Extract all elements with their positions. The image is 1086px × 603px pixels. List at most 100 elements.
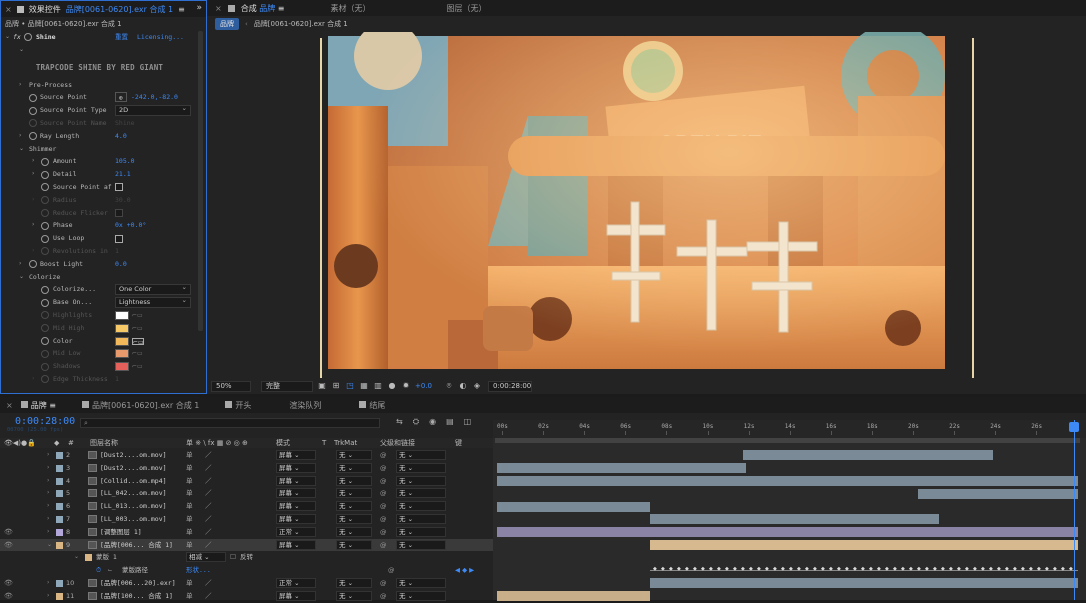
trkmat-select[interactable]: 无 ⌄ <box>336 450 372 460</box>
stopwatch-icon[interactable] <box>41 298 49 307</box>
fx-icon[interactable]: fx <box>13 31 21 44</box>
layer-row[interactable]: 👁 › 11 [品牌[100... 合成 1] 单 ／ 屏幕 ⌄ 无 ⌄ @ 无 ⌄ <box>0 590 493 603</box>
quality-switch-icon[interactable]: ／ <box>205 513 212 526</box>
parent-select[interactable]: 无 ⌄ <box>396 514 446 524</box>
quality-switch-icon[interactable]: ／ <box>205 449 212 462</box>
time-ruler[interactable]: 00s 02s 04s 06s 08s 10s 12s 14s 16s 18s 20s 22s 24s 2… <box>493 420 1086 438</box>
crosshair-icon[interactable]: ⊕ <box>115 92 127 103</box>
current-time-handle[interactable] <box>1069 422 1079 432</box>
timecode-display[interactable]: 0:00:28:00 <box>488 380 532 392</box>
pickwhip-icon[interactable]: @ <box>380 475 387 488</box>
layer-duration-bar[interactable] <box>497 476 1078 486</box>
lock-icon[interactable] <box>227 4 235 12</box>
col-layer-name[interactable]: 图层名称 <box>90 438 118 448</box>
quality-switch-icon[interactable]: ／ <box>205 577 212 590</box>
highlights-color-swatch[interactable] <box>115 310 129 320</box>
shy-switch-icon[interactable]: 单 <box>186 539 193 552</box>
keyframe-marker[interactable]: ◆ <box>781 566 785 572</box>
mode-select[interactable]: 屏幕 ⌄ <box>276 590 316 601</box>
keyframe-marker[interactable]: ◆ <box>933 566 937 572</box>
shy-switch-icon[interactable]: 单 <box>186 513 193 526</box>
expand-icon[interactable]: › <box>47 577 49 590</box>
keyframe-marker[interactable]: ◆ <box>1045 566 1049 572</box>
keyframe-marker[interactable]: ◆ <box>1037 566 1041 572</box>
keyframe-marker[interactable]: ◆ <box>757 566 761 572</box>
layer-name[interactable]: [调整图层 1] <box>100 526 142 539</box>
keyframe-marker[interactable]: ◆ <box>805 566 809 572</box>
keyframe-nav-icon[interactable]: ◀ ◆ ▶ <box>455 564 474 577</box>
hamburger-icon[interactable]: ≡ <box>178 5 185 14</box>
mode-select[interactable]: 屏幕 ⌄ <box>276 514 316 524</box>
keyframe-marker[interactable]: ◆ <box>861 566 865 572</box>
expand-icon[interactable]: › <box>19 130 21 143</box>
reset-link[interactable]: 重置 <box>115 31 128 44</box>
comp-flow-icon[interactable]: ⇆ <box>396 417 403 427</box>
region-icon[interactable]: ▣ <box>317 381 327 391</box>
layer-row[interactable]: › 7 [LL_003...om.mov] 单 ／ 屏幕 ⌄ 无 ⌄ @ 无 ⌄ <box>0 513 493 526</box>
layer-row[interactable]: › 5 [LL_042...om.mov] 单 ／ 屏幕 ⌄ 无 ⌄ @ 无 ⌄ <box>0 487 493 500</box>
mode-select[interactable]: 正常 ⌄ <box>276 578 316 588</box>
layer-name[interactable]: [Dust2....om.mov] <box>100 462 167 475</box>
layer-row[interactable]: › 4 [Collid...om.mp4] 单 ／ 屏幕 ⌄ 无 ⌄ @ 无 ⌄ <box>0 475 493 488</box>
licensing-link[interactable]: Licensing... <box>137 31 184 44</box>
pre-process-row[interactable]: › Pre-Process <box>1 79 206 92</box>
transparency-grid-icon[interactable]: ▦ <box>359 381 369 391</box>
layer-name[interactable]: [Dust2....om.mov] <box>100 449 167 462</box>
stopwatch-icon[interactable] <box>29 93 37 102</box>
mid-high-color-swatch[interactable] <box>115 323 129 333</box>
col-parent[interactable]: 父级和链接 <box>380 438 415 448</box>
label-color[interactable] <box>56 503 63 511</box>
label-color[interactable] <box>56 516 63 523</box>
layer-name[interactable]: [LL_013...om.mov] <box>100 500 167 513</box>
trkmat-select[interactable]: 无 ⌄ <box>336 501 372 512</box>
label-color[interactable] <box>56 592 63 600</box>
shimmer-group-row[interactable]: ⌄ Shimmer <box>1 143 206 156</box>
expand-icon[interactable]: › <box>47 526 49 539</box>
stopwatch-icon[interactable]: ⏱ <box>96 564 101 577</box>
tab-ending[interactable]: 结尾 <box>359 400 385 411</box>
expand-icon[interactable]: › <box>47 487 49 500</box>
snapshot-icon[interactable]: ◐ <box>458 381 468 391</box>
quality-switch-icon[interactable]: ／ <box>205 526 212 539</box>
shy-switch-icon[interactable]: 单 <box>186 526 193 539</box>
quality-switch-icon[interactable]: ／ <box>205 475 212 488</box>
keyframe-marker[interactable]: ◆ <box>693 566 697 572</box>
layer-duration-bar[interactable] <box>497 501 650 512</box>
layer-duration-bar[interactable] <box>743 450 993 461</box>
pickwhip-icon[interactable]: @ <box>380 449 387 462</box>
col-trkmat[interactable]: TrkMat <box>334 438 357 448</box>
panel-lock-icon[interactable] <box>16 5 24 13</box>
layer-row[interactable]: › 2 [Dust2....om.mov] 单 ／ 屏幕 ⌄ 无 ⌄ @ 无 ⌄ <box>0 449 493 462</box>
mode-select[interactable]: 正常 ⌄ <box>276 526 316 537</box>
keyframe-marker[interactable]: ◆ <box>701 566 705 572</box>
stopwatch-icon[interactable] <box>41 170 49 179</box>
keyframe-marker[interactable]: ◆ <box>949 566 953 572</box>
boost-light-value[interactable]: 0.0 <box>115 258 127 271</box>
keyframe-marker[interactable]: ◆ <box>1013 566 1017 572</box>
tab-layer[interactable]: 图层（无） <box>447 3 487 14</box>
expand-icon[interactable]: › <box>47 462 49 475</box>
tab-footage[interactable]: 素材（无） <box>331 3 371 14</box>
parent-select[interactable]: 无 ⌄ <box>396 578 446 588</box>
trkmat-select[interactable]: 无 ⌄ <box>336 539 372 550</box>
ray-length-value[interactable]: 4.0 <box>115 130 127 143</box>
close-icon[interactable]: × <box>6 401 13 410</box>
shy-switch-icon[interactable]: 单 <box>186 500 193 513</box>
layer-row[interactable]: 👁 › 10 [品牌[006...20].exr] 单 ／ 正常 ⌄ 无 ⌄ @ 无 ⌄ <box>0 577 493 590</box>
trkmat-select[interactable]: 无 ⌄ <box>336 590 372 601</box>
channel-icon[interactable]: ▥ <box>373 381 383 391</box>
quality-switch-icon[interactable]: ／ <box>205 462 212 475</box>
pickwhip-icon[interactable]: @ <box>380 487 387 500</box>
colorize-group-row[interactable]: ⌄ Colorize <box>1 271 206 284</box>
current-time[interactable]: 0:00:28:00 <box>15 416 75 427</box>
source-point-af-checkbox[interactable] <box>115 183 123 192</box>
keyframe-marker[interactable]: ◆ <box>741 566 745 572</box>
expand-icon[interactable]: › <box>47 475 49 488</box>
layer-name[interactable]: [品牌[100... 合成 1] <box>100 590 173 603</box>
exposure-value[interactable]: +0.0 <box>415 382 432 390</box>
expand-icon[interactable]: › <box>19 258 21 271</box>
expand-icon[interactable]: › <box>47 590 49 603</box>
shy-switch-icon[interactable]: 单 <box>186 590 193 603</box>
layer-row[interactable]: › 6 [LL_013...om.mov] 单 ／ 屏幕 ⌄ 无 ⌄ @ 无 ⌄ <box>0 500 493 513</box>
parent-select[interactable]: 无 ⌄ <box>396 526 446 537</box>
